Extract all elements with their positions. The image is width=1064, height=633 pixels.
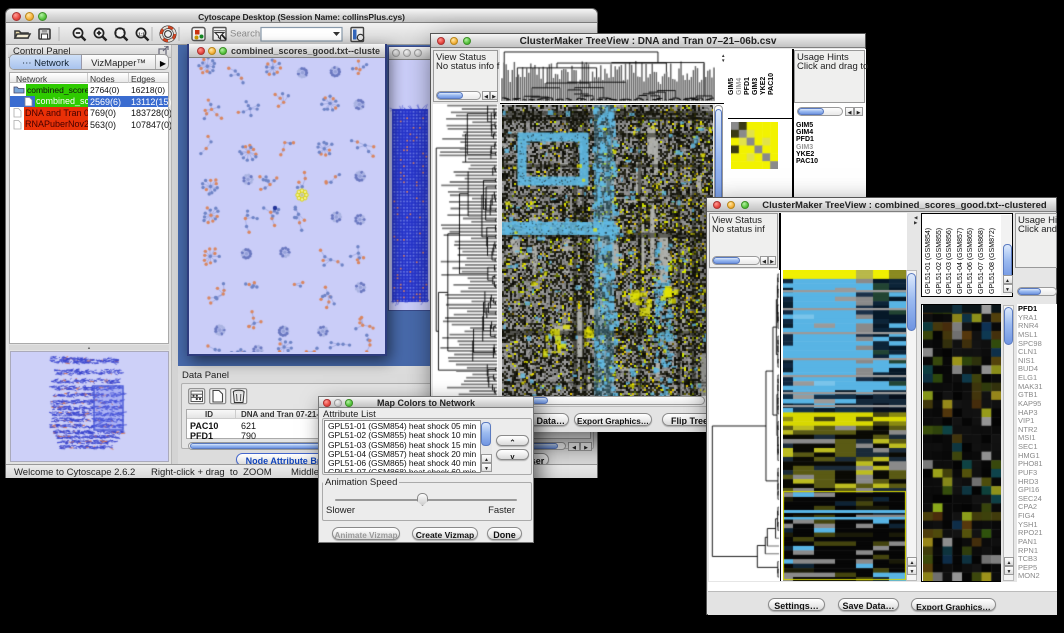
- svg-text:1:1: 1:1: [138, 31, 145, 36]
- svg-text:Search:: Search:: [230, 29, 263, 40]
